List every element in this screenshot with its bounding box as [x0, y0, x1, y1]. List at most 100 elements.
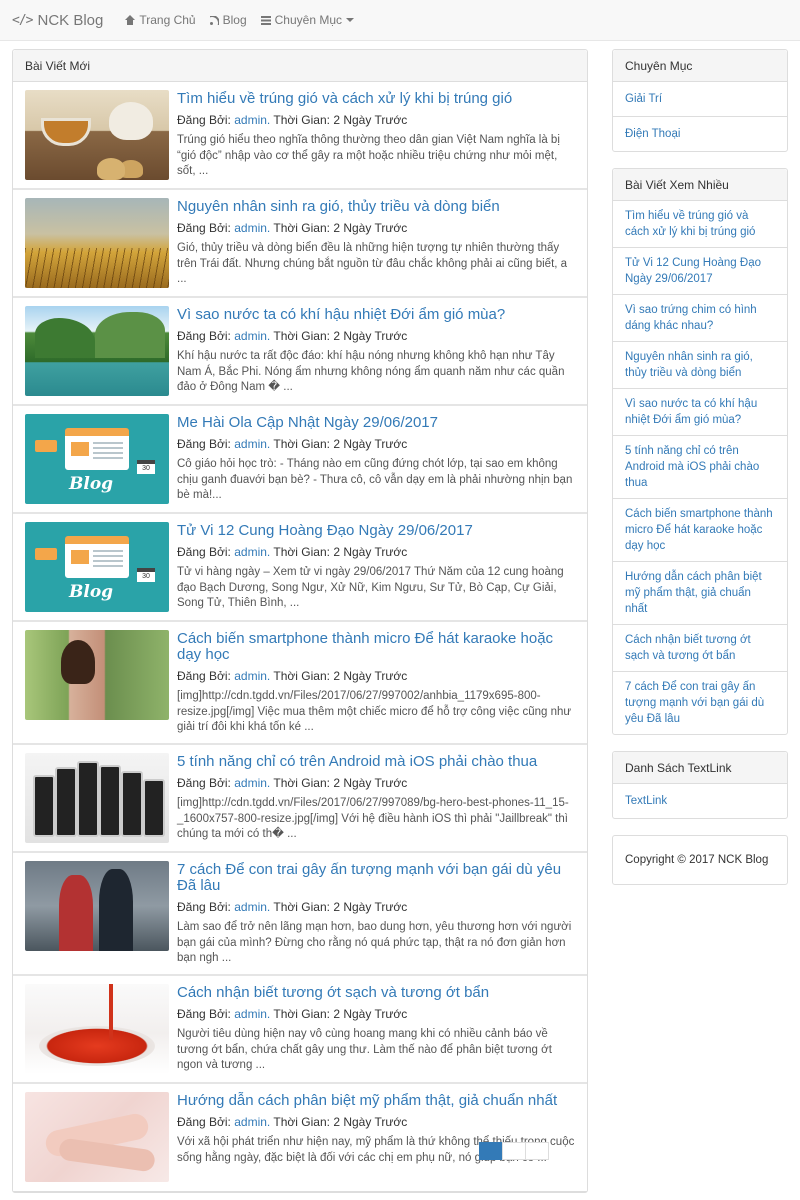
- post-meta: Đăng Bởi: admin. Thời Gian: 2 Ngày Trước: [177, 437, 577, 451]
- post-thumbnail[interactable]: [25, 630, 169, 720]
- post-excerpt: Tử vi hàng ngày – Xem tử vi ngày 29/06/2…: [177, 566, 564, 609]
- popular-post-link[interactable]: Cách biến smartphone thành micro Để hát …: [613, 499, 787, 562]
- post-time: 2 Ngày Trước: [333, 545, 408, 559]
- post-body: Cách biến smartphone thành micro Để hát …: [169, 630, 587, 743]
- post-body: Cách nhận biết tương ớt sạch và tương ớt…: [169, 984, 587, 1082]
- author-link[interactable]: admin.: [234, 113, 270, 127]
- author-link[interactable]: admin.: [234, 1115, 270, 1129]
- post-item: Cách nhận biết tương ớt sạch và tương ớt…: [13, 976, 587, 1084]
- post-time: 2 Ngày Trước: [333, 437, 408, 451]
- post-time: 2 Ngày Trước: [333, 113, 408, 127]
- category-link[interactable]: Điện Thoại: [613, 117, 787, 151]
- post-meta: Đăng Bởi: admin. Thời Gian: 2 Ngày Trước: [177, 1007, 577, 1021]
- code-icon: </>: [12, 12, 34, 28]
- post-body: Me Hài Ola Cập Nhật Ngày 29/06/2017 Đăng …: [169, 414, 587, 512]
- post-item: Cách biến smartphone thành micro Để hát …: [13, 622, 587, 745]
- time-label: Thời Gian:: [273, 329, 330, 343]
- post-title-link[interactable]: Tìm hiểu về trúng gió và cách xử lý khi …: [177, 91, 577, 107]
- time-label: Thời Gian:: [273, 900, 330, 914]
- post-thumbnail[interactable]: 30 Blog: [25, 522, 169, 612]
- post-body: 7 cách Để con trai gây ấn tượng mạnh với…: [169, 861, 587, 974]
- post-meta: Đăng Bởi: admin. Thời Gian: 2 Ngày Trước: [177, 900, 577, 914]
- nav-categories-dropdown[interactable]: Chuyên Mục: [260, 13, 354, 27]
- popular-post-link[interactable]: Vì sao nước ta có khí hậu nhiệt Đới ẩm g…: [613, 389, 787, 436]
- post-title-link[interactable]: Cách biến smartphone thành micro Để hát …: [177, 631, 577, 663]
- nav-blog[interactable]: Blog: [209, 13, 247, 27]
- main-column: Bài Viết Mới Tìm hiểu về trúng gió và cá…: [12, 49, 588, 1193]
- page-link-active[interactable]: [479, 1142, 503, 1160]
- post-excerpt: [img]http://cdn.tgdd.vn/Files/2017/06/27…: [177, 690, 572, 733]
- brand-link[interactable]: </> NCK Blog: [12, 12, 103, 29]
- post-meta: Đăng Bởi: admin. Thời Gian: 2 Ngày Trước: [177, 221, 577, 235]
- calendar-icon: 30: [137, 460, 155, 474]
- page-link[interactable]: [502, 1142, 526, 1160]
- author-label: Đăng Bởi:: [177, 437, 231, 451]
- post-title-link[interactable]: 7 cách Để con trai gây ấn tượng mạnh với…: [177, 862, 577, 894]
- phone-shape: [33, 775, 55, 837]
- popular-post-link[interactable]: 5 tính năng chỉ có trên Android mà iOS p…: [613, 436, 787, 499]
- textlink-link[interactable]: TextLink: [613, 784, 787, 818]
- sidebar: Chuyên Mục Giải Trí Điện Thoại Bài Viết …: [612, 49, 788, 901]
- popular-post-link[interactable]: Hướng dẫn cách phân biệt mỹ phẩm thật, g…: [613, 562, 787, 625]
- post-thumbnail[interactable]: [25, 198, 169, 288]
- post-item: 7 cách Để con trai gây ấn tượng mạnh với…: [13, 853, 587, 976]
- author-label: Đăng Bởi:: [177, 221, 231, 235]
- post-time: 2 Ngày Trước: [333, 329, 408, 343]
- post-excerpt: Trúng gió hiểu theo nghĩa thông thường t…: [177, 134, 560, 177]
- post-item: Hướng dẫn cách phân biệt mỹ phẩm thật, g…: [13, 1084, 587, 1192]
- author-link[interactable]: admin.: [234, 900, 270, 914]
- post-excerpt: Khí hậu nước ta rất độc đáo: khí hậu nón…: [177, 350, 565, 393]
- post-thumbnail[interactable]: [25, 90, 169, 180]
- post-title-link[interactable]: Cách nhận biết tương ớt sạch và tương ớt…: [177, 985, 577, 1001]
- post-thumbnail[interactable]: [25, 984, 169, 1074]
- post-title-link[interactable]: Me Hài Ola Cập Nhật Ngày 29/06/2017: [177, 415, 577, 431]
- post-body: Tử Vi 12 Cung Hoàng Đạo Ngày 29/06/2017 Đ…: [169, 522, 587, 620]
- author-link[interactable]: admin.: [234, 329, 270, 343]
- post-thumbnail[interactable]: 30 Blog: [25, 414, 169, 504]
- post-meta: Đăng Bởi: admin. Thời Gian: 2 Ngày Trước: [177, 1115, 577, 1129]
- post-title-link[interactable]: Nguyên nhân sinh ra gió, thủy triều và d…: [177, 199, 577, 215]
- post-meta: Đăng Bởi: admin. Thời Gian: 2 Ngày Trước: [177, 776, 577, 790]
- nav-home[interactable]: Trang Chủ: [125, 13, 196, 27]
- post-meta: Đăng Bởi: admin. Thời Gian: 2 Ngày Trước: [177, 669, 577, 683]
- popular-post-link[interactable]: Vì sao trứng chim có hình dáng khác nhau…: [613, 295, 787, 342]
- post-body: Tìm hiểu về trúng gió và cách xử lý khi …: [169, 90, 587, 188]
- popular-post-link[interactable]: 7 cách Để con trai gây ấn tượng mạnh với…: [613, 672, 787, 734]
- author-label: Đăng Bởi:: [177, 1115, 231, 1129]
- post-thumbnail[interactable]: [25, 1092, 169, 1182]
- author-link[interactable]: admin.: [234, 437, 270, 451]
- post-title-link[interactable]: Vì sao nước ta có khí hậu nhiệt Đới ẩm g…: [177, 307, 577, 323]
- time-label: Thời Gian:: [273, 776, 330, 790]
- popular-post-link[interactable]: Cách nhận biết tương ớt sạch và tương ớt…: [613, 625, 787, 672]
- author-link[interactable]: admin.: [234, 776, 270, 790]
- popular-post-link[interactable]: Tử Vi 12 Cung Hoàng Đạo Ngày 29/06/2017: [613, 248, 787, 295]
- author-link[interactable]: admin.: [234, 545, 270, 559]
- popular-post-link[interactable]: Tìm hiểu về trúng gió và cách xử lý khi …: [613, 201, 787, 248]
- author-label: Đăng Bởi:: [177, 113, 231, 127]
- document-shape: [65, 536, 129, 578]
- post-thumbnail[interactable]: [25, 306, 169, 396]
- time-label: Thời Gian:: [273, 669, 330, 683]
- post-title-link[interactable]: Tử Vi 12 Cung Hoàng Đạo Ngày 29/06/2017: [177, 523, 577, 539]
- page-link[interactable]: [525, 1142, 549, 1160]
- author-link[interactable]: admin.: [234, 1007, 270, 1021]
- blog-thumb-word: Blog: [69, 474, 114, 494]
- author-label: Đăng Bởi:: [177, 1007, 231, 1021]
- author-link[interactable]: admin.: [234, 669, 270, 683]
- post-title-link[interactable]: 5 tính năng chỉ có trên Android mà iOS p…: [177, 754, 577, 770]
- home-icon: [125, 15, 136, 25]
- time-label: Thời Gian:: [273, 545, 330, 559]
- post-thumbnail[interactable]: [25, 753, 169, 843]
- category-link[interactable]: Giải Trí: [613, 82, 787, 117]
- rss-icon: [209, 15, 219, 25]
- tag-shape: [35, 440, 57, 452]
- popular-post-link[interactable]: Nguyên nhân sinh ra gió, thủy triều và d…: [613, 342, 787, 389]
- post-excerpt: Người tiêu dùng hiện nay vô cùng hoang m…: [177, 1028, 552, 1071]
- post-meta: Đăng Bởi: admin. Thời Gian: 2 Ngày Trước: [177, 545, 577, 559]
- post-title-link[interactable]: Hướng dẫn cách phân biệt mỹ phẩm thật, g…: [177, 1093, 577, 1109]
- time-label: Thời Gian:: [273, 437, 330, 451]
- author-link[interactable]: admin.: [234, 221, 270, 235]
- phone-shape: [143, 779, 165, 837]
- post-thumbnail[interactable]: [25, 861, 169, 951]
- post-excerpt: [img]http://cdn.tgdd.vn/Files/2017/06/27…: [177, 797, 569, 840]
